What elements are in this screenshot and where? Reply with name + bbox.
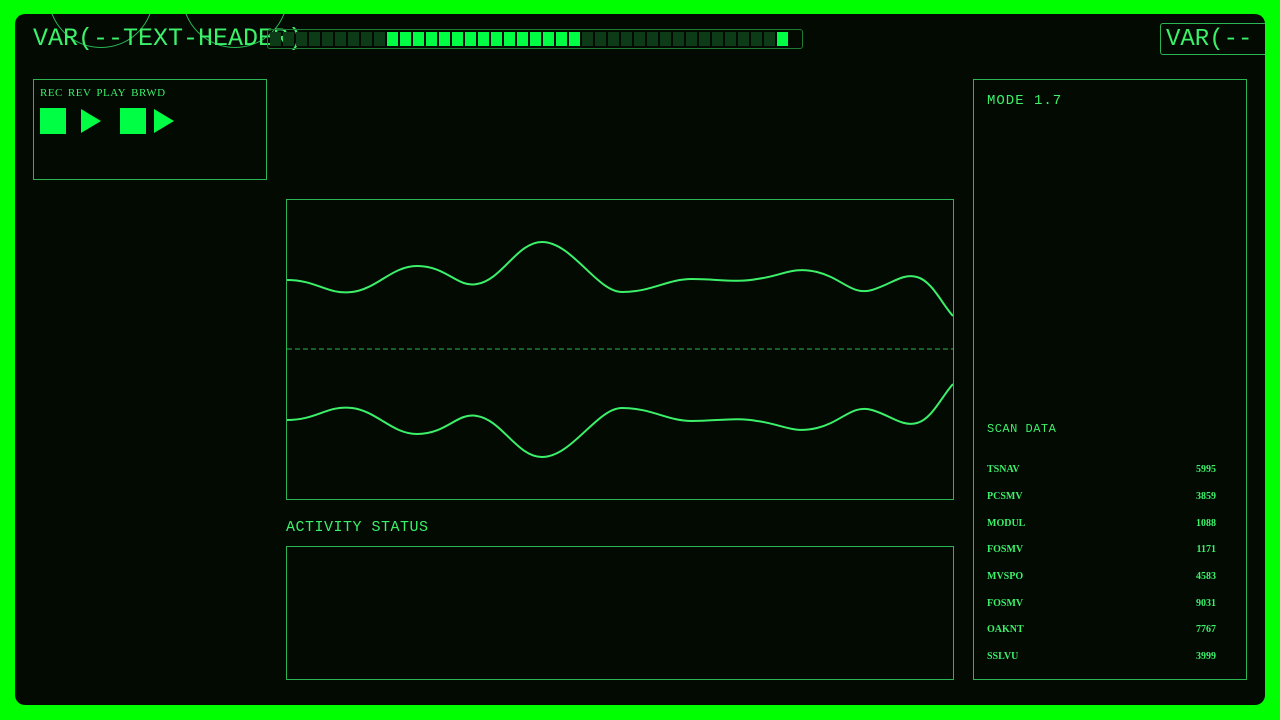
progress-segment (556, 32, 567, 46)
progress-segment (491, 32, 502, 46)
progress-segment (569, 32, 580, 46)
hud-screen: VAR(--TEXT-HEADER) VAR(-- REC REV PLAY BRWD… (15, 14, 1265, 705)
progress-segment (582, 32, 593, 46)
progress-segment (660, 32, 671, 46)
progress-segment (712, 32, 723, 46)
scan-code: TSNAV (987, 464, 1020, 475)
progress-segment (673, 32, 684, 46)
scan-row: MODUL 1088 (987, 518, 1216, 534)
scan-code: PCSMV (987, 491, 1023, 502)
play-button[interactable] (120, 108, 146, 134)
waveform-display (287, 240, 953, 459)
progress-segment (764, 32, 775, 46)
scan-value: 9031 (1196, 598, 1216, 609)
scan-row: FOSMV 9031 (987, 598, 1216, 614)
progress-segment (452, 32, 463, 46)
scan-row: SSLVU 3999 (987, 651, 1216, 667)
scan-row: FOSMV 1171 (987, 544, 1216, 560)
progress-segment (634, 32, 645, 46)
header-right-button[interactable]: VAR(-- (1160, 23, 1265, 55)
play-label: PLAY (96, 87, 127, 99)
progress-segment (738, 32, 749, 46)
scan-code: OAKNT (987, 624, 1024, 635)
progress-segment (647, 32, 658, 46)
progress-segment (725, 32, 736, 46)
progress-segment (608, 32, 619, 46)
forward-button[interactable] (154, 109, 174, 133)
mode-label: MODE 1.7 (987, 93, 1063, 109)
progress-segment (777, 32, 788, 46)
scan-code: MVSPO (987, 571, 1024, 582)
waveform-upper (287, 240, 953, 317)
scan-value: 5995 (1196, 464, 1216, 475)
progress-segment (426, 32, 437, 46)
progress-segment (361, 32, 372, 46)
brwd-label: BRWD (131, 87, 166, 99)
rev-label: REV (67, 87, 92, 99)
scan-value: 1088 (1196, 518, 1216, 529)
scan-row: OAKNT 7767 (987, 624, 1216, 640)
progress-segment (699, 32, 710, 46)
record-button[interactable] (40, 108, 66, 134)
scan-value: 1171 (1196, 544, 1216, 555)
progress-segment (686, 32, 697, 46)
scan-code: SSLVU (987, 651, 1019, 662)
progress-segment (465, 32, 476, 46)
activity-status-panel (286, 546, 954, 680)
rec-label: REC (40, 87, 63, 99)
progress-segment (595, 32, 606, 46)
play-triangle-icon (154, 109, 174, 133)
waveform-lower (287, 383, 953, 459)
transport-controls: REC REV PLAY BRWD (33, 79, 267, 180)
reverse-button[interactable] (81, 109, 101, 133)
progress-segment (543, 32, 554, 46)
scan-row: TSNAV 5995 (987, 464, 1216, 480)
play-triangle-icon (81, 109, 101, 133)
progress-segment (413, 32, 424, 46)
header-title: VAR(--TEXT-HEADER) (33, 24, 304, 53)
progress-segment (439, 32, 450, 46)
scan-code: FOSMV (987, 598, 1024, 609)
progress-bar (267, 29, 803, 49)
progress-segment (387, 32, 398, 46)
scan-code: FOSMV (987, 544, 1024, 555)
mode-panel: MODE 1.7 SCAN DATA TSNAV 5995 PCSMV 3859… (973, 79, 1247, 680)
progress-segment (751, 32, 762, 46)
progress-segment (621, 32, 632, 46)
progress-segment (517, 32, 528, 46)
progress-segment (296, 32, 307, 46)
scan-code: MODUL (987, 518, 1026, 529)
progress-segment (335, 32, 346, 46)
scan-row: MVSPO 4583 (987, 571, 1216, 587)
progress-segment (478, 32, 489, 46)
progress-segment (530, 32, 541, 46)
progress-segment (504, 32, 515, 46)
progress-segment (374, 32, 385, 46)
progress-segment (400, 32, 411, 46)
stop-square-icon (40, 108, 66, 134)
scan-value: 4583 (1196, 571, 1216, 582)
scan-value: 3999 (1196, 651, 1216, 662)
progress-segment (309, 32, 320, 46)
transport-labels: REC REV PLAY BRWD (40, 87, 171, 99)
progress-segment (270, 32, 281, 46)
stop-square-icon (120, 108, 146, 134)
waveform-panel (286, 199, 954, 500)
progress-segment (283, 32, 294, 46)
progress-segment (348, 32, 359, 46)
activity-status-title: ACTIVITY STATUS (286, 519, 429, 536)
scan-row: PCSMV 3859 (987, 491, 1216, 507)
scan-value: 3859 (1196, 491, 1216, 502)
scan-data-title: SCAN DATA (987, 422, 1057, 436)
progress-segment (322, 32, 333, 46)
scan-value: 7767 (1196, 624, 1216, 635)
